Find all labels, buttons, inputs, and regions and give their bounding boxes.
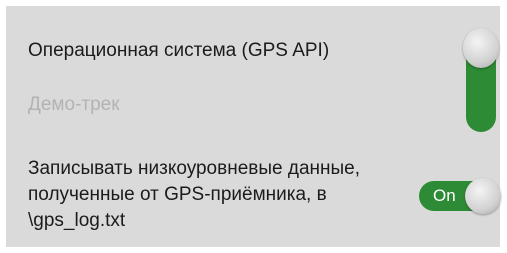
gps-log-toggle[interactable]: On [419, 178, 501, 214]
gps-log-label[interactable]: Записывать низкоуровневые данные, получе… [28, 156, 388, 234]
gps-log-toggle-state: On [433, 186, 456, 205]
gps-source-switch-thumb[interactable] [463, 28, 499, 68]
settings-panel: Операционная система (GPS API) Демо-трек… [6, 6, 501, 247]
gps-source-label[interactable]: Операционная система (GPS API) [28, 40, 329, 62]
demo-track-label: Демо-трек [28, 94, 120, 115]
gps-log-toggle-thumb[interactable] [465, 178, 501, 214]
gps-source-switch[interactable] [463, 28, 499, 132]
